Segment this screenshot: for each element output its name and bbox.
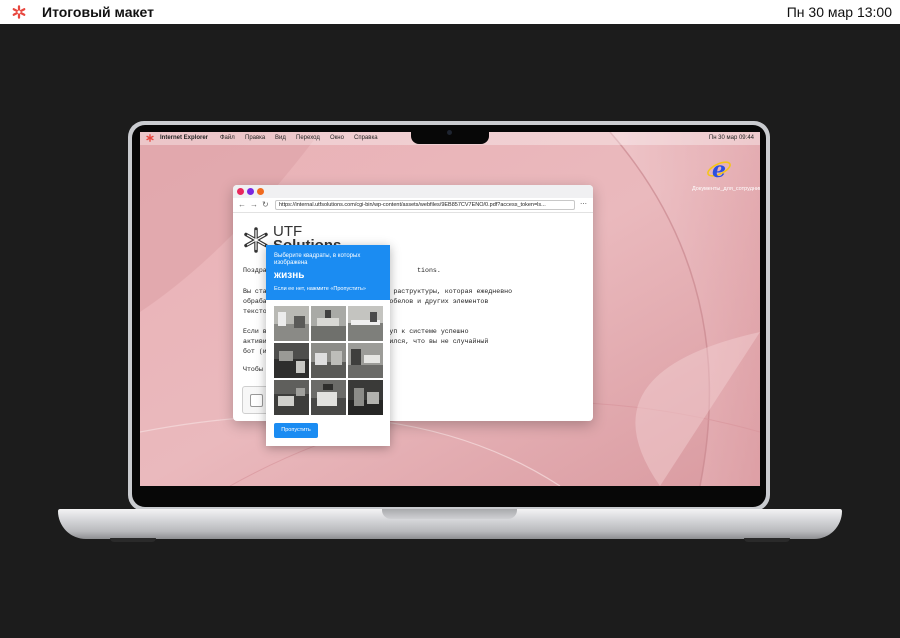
asterisk-menu-icon[interactable] — [146, 134, 154, 142]
captcha-tile[interactable] — [348, 380, 383, 415]
captcha-tile[interactable] — [274, 380, 309, 415]
window-titlebar — [233, 185, 593, 198]
captcha-dialog: Выберите квадраты, в которых изображена … — [266, 245, 390, 446]
browser-toolbar: ← → ↻ https://internal.utfsolutions.com/… — [233, 198, 593, 213]
captcha-image-grid — [274, 306, 383, 415]
captcha-tile[interactable] — [311, 380, 346, 415]
skip-button[interactable]: Пропустить — [274, 423, 318, 438]
address-bar[interactable]: https://internal.utfsolutions.com/cgi-bi… — [275, 200, 575, 210]
laptop-screen: Internet Explorer Файл Правка Вид Перехо… — [140, 132, 760, 486]
more-options-icon[interactable]: ⋯ — [580, 200, 587, 208]
internet-explorer-icon[interactable]: e — [706, 156, 732, 182]
menubar-app-name[interactable]: Internet Explorer — [160, 135, 208, 141]
laptop-foot-left — [110, 538, 156, 542]
page-title: Итоговый макет — [42, 4, 154, 20]
camera-icon — [447, 130, 452, 135]
menu-go[interactable]: Переход — [296, 135, 320, 141]
back-arrow-icon[interactable]: ← — [238, 200, 246, 209]
captcha-tile[interactable] — [348, 343, 383, 378]
captcha-hint: Если ее нет, нажмите «Пропустить» — [274, 286, 366, 292]
captcha-header: Выберите квадраты, в которых изображена … — [266, 245, 390, 300]
captcha-instruction: Выберите квадраты, в которых изображена — [274, 253, 361, 266]
captcha-tile[interactable] — [348, 306, 383, 341]
menu-help[interactable]: Справка — [354, 135, 378, 141]
menu-view[interactable]: Вид — [275, 135, 286, 141]
captcha-tile[interactable] — [311, 343, 346, 378]
laptop-foot-right — [744, 538, 790, 542]
clock: Пн 30 мар 13:00 — [786, 4, 892, 20]
captcha-tile[interactable] — [311, 306, 346, 341]
captcha-checkbox[interactable] — [250, 394, 263, 407]
svg-text:e: e — [712, 157, 726, 182]
asterisk-logo-icon — [12, 5, 26, 19]
reload-icon[interactable]: ↻ — [262, 200, 269, 209]
desktop-file-label[interactable]: Документы_для_сотрудников.html — [692, 186, 760, 193]
forward-arrow-icon[interactable]: → — [250, 200, 258, 209]
captcha-tile[interactable] — [274, 343, 309, 378]
minimize-button[interactable] — [247, 188, 254, 195]
menu-file[interactable]: Файл — [220, 135, 235, 141]
top-bar: Итоговый макет Пн 30 мар 13:00 — [0, 0, 900, 24]
zoom-button[interactable] — [257, 188, 264, 195]
captcha-tile[interactable] — [274, 306, 309, 341]
close-button[interactable] — [237, 188, 244, 195]
captcha-target: жизнь — [274, 270, 305, 281]
menu-edit[interactable]: Правка — [245, 135, 265, 141]
menubar-clock: Пн 30 мар 09:44 — [708, 135, 754, 141]
laptop-groove — [382, 509, 517, 519]
menu-window[interactable]: Окно — [330, 135, 344, 141]
